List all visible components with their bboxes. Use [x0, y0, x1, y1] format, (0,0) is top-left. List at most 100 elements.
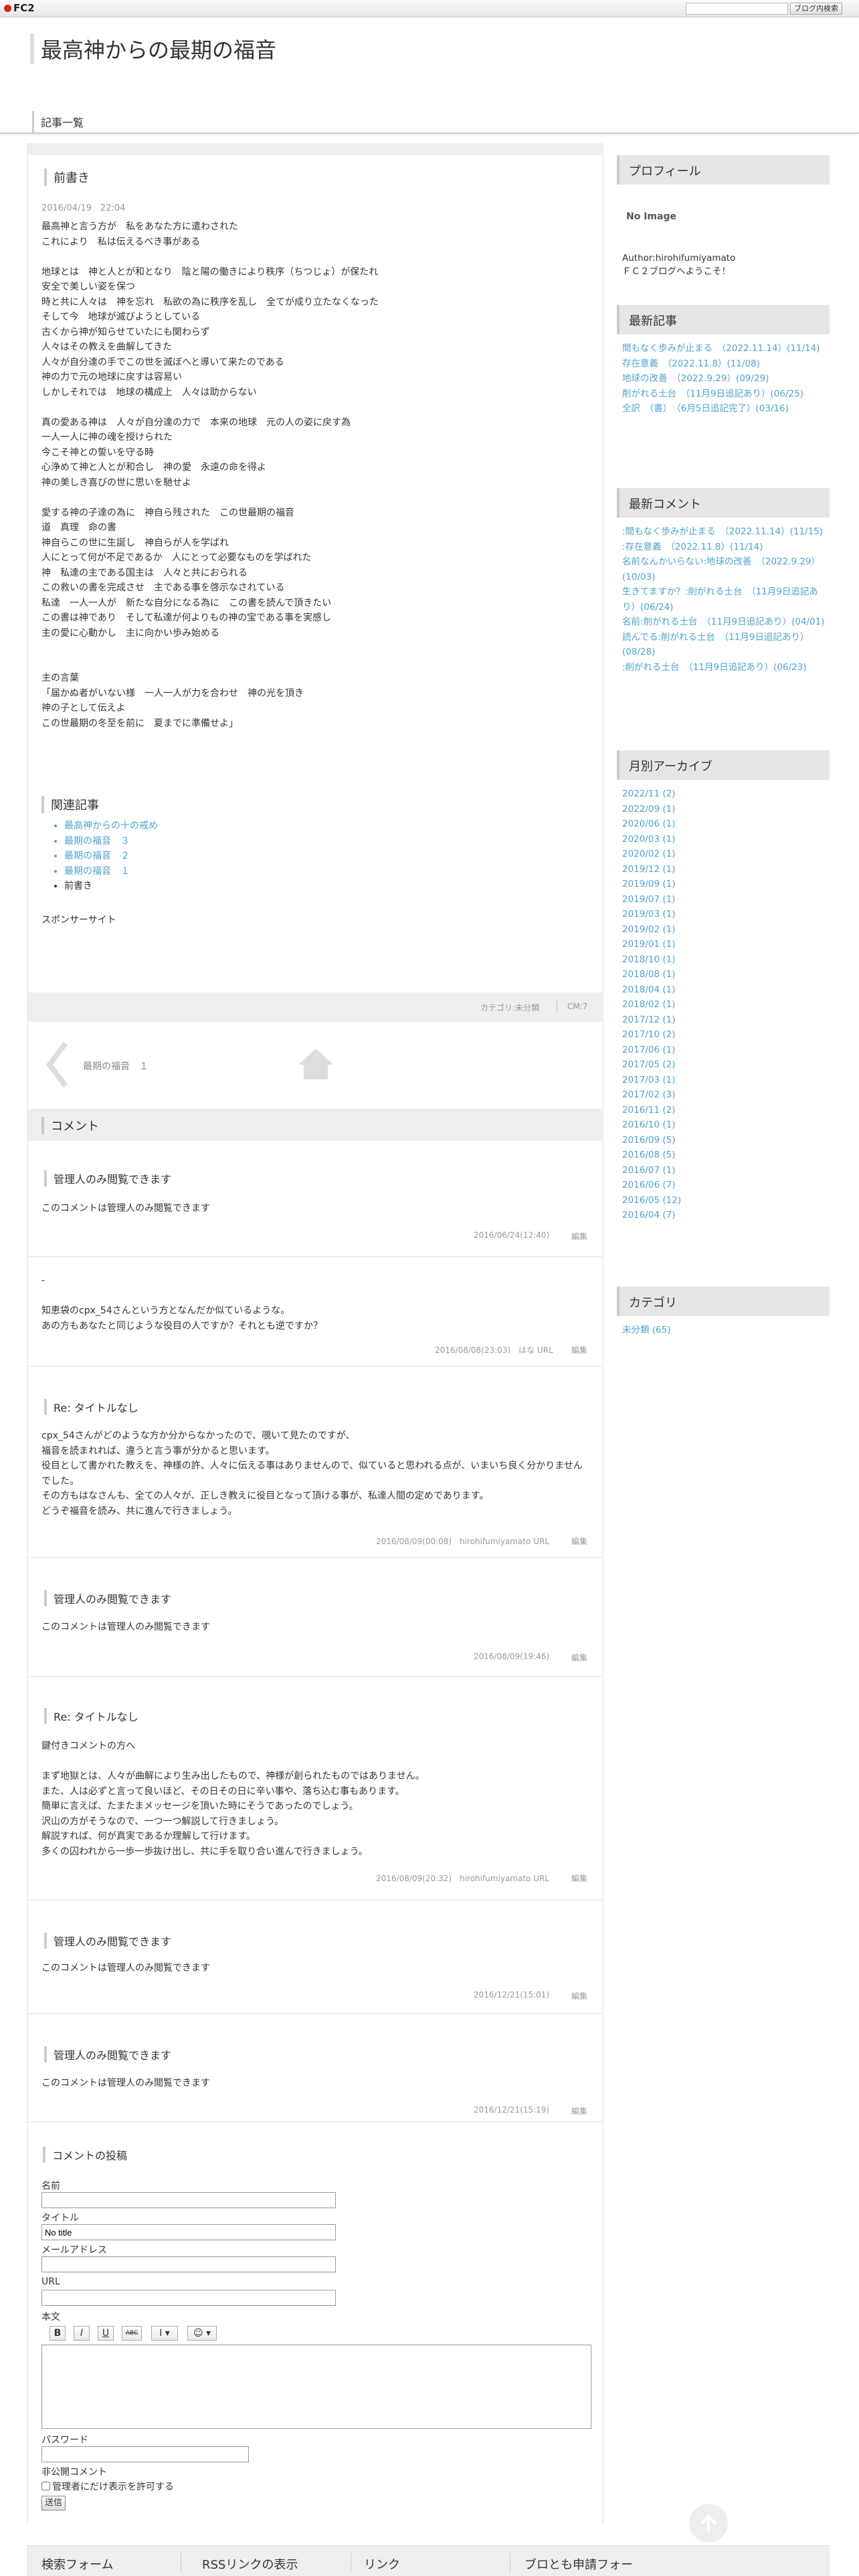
recent-post-link[interactable]: 地球の改善 （2022.9.29）(09/29) — [622, 371, 830, 387]
comment-item: Re: タイトルなし cpx_54さんがどのような方か分からなかったので、覗いて… — [28, 1367, 602, 1557]
recent-comment-link[interactable]: 読んでる:削がれる土台 （11月9日追記あり）(08/28) — [622, 630, 830, 660]
bold-button[interactable]: B — [50, 2326, 66, 2341]
comment-edit-link[interactable]: 編集 — [571, 2105, 587, 2117]
archive-link[interactable]: 2016/11 (2) — [622, 1103, 830, 1118]
post-footer-bar: カテゴリ:未分類 CM:7 — [28, 992, 602, 1022]
underline-button[interactable]: U — [98, 2326, 114, 2341]
recent-comment-link[interactable]: :間もなく歩みが止まる （2022.11.14）(11/15) — [622, 524, 830, 540]
nav-article-list[interactable]: 記事一覧 — [32, 111, 90, 132]
archive-link[interactable]: 2016/04 (7) — [622, 1208, 830, 1223]
archive-link[interactable]: 2016/06 (7) — [622, 1178, 830, 1193]
password-label: パスワード — [41, 2435, 88, 2446]
archive-link[interactable]: 2019/01 (1) — [622, 937, 830, 952]
category-link[interactable]: 未分類 (65) — [622, 1323, 830, 1338]
email-field[interactable] — [41, 2256, 336, 2272]
recent-comment-link[interactable]: 名前:削がれる土台 （11月9日追記あり）(04/01) — [622, 615, 830, 630]
comment-edit-link[interactable]: 編集 — [571, 1652, 587, 1663]
archive-link[interactable]: 2016/10 (1) — [622, 1117, 830, 1133]
password-field[interactable] — [41, 2446, 249, 2462]
comment-body-textarea[interactable] — [41, 2345, 591, 2429]
category-meta[interactable]: カテゴリ:未分類 — [480, 1002, 539, 1013]
archive-link[interactable]: 2016/05 (12) — [622, 1193, 830, 1208]
name-field[interactable] — [41, 2192, 336, 2208]
submit-button[interactable]: 送信 — [41, 2496, 66, 2510]
recent-comment-link[interactable]: 生きてますか？:削がれる土台 （11月9日追記あり）(06/24) — [622, 584, 830, 615]
comment-edit-link[interactable]: 編集 — [571, 1535, 587, 1547]
arrow-up-icon — [700, 2514, 717, 2532]
comment-meta[interactable]: 2016/08/09(20:32) hirohifumiyamato URL — [376, 1872, 549, 1884]
strike-button[interactable]: ABC — [122, 2326, 142, 2341]
archive-link[interactable]: 2017/03 (1) — [622, 1073, 830, 1088]
recent-post-link[interactable]: 存在意義 （2022.11.8）(11/08) — [622, 356, 830, 372]
recent-post-link[interactable]: 削がれる土台 （11月9日追記あり）(06/25) — [622, 387, 830, 402]
recent-post-link[interactable]: 全訳 （書） （6月5日追記完了）(03/16) — [622, 401, 830, 417]
archive-link[interactable]: 2019/03 (1) — [622, 907, 830, 922]
recent-comment-link[interactable]: :存在意義 （2022.11.8）(11/14) — [622, 540, 830, 555]
cm-count[interactable]: CM:7 — [567, 1002, 587, 1011]
archive-link[interactable]: 2019/02 (1) — [622, 922, 830, 938]
archive-link[interactable]: 2018/08 (1) — [622, 967, 830, 982]
related-item[interactable]: 最期の福音 １ — [64, 864, 158, 879]
footer-search-heading: 検索フォーム — [41, 2558, 114, 2572]
archive-link[interactable]: 2022/11 (2) — [622, 786, 830, 802]
comment-body: このコメントは管理人のみ閲覧できます — [41, 1622, 210, 1632]
back-to-top-button[interactable] — [689, 2504, 728, 2543]
comment-meta: 2016/12/21(15:01) — [474, 1990, 550, 2000]
blog-search-button[interactable]: ブログ内検索 — [790, 3, 842, 15]
recent-comment-link[interactable]: :削がれる土台 （11月9日追記あり）(06/23) — [622, 660, 830, 675]
fc2-logo[interactable]: FC2 — [4, 2, 35, 14]
home-icon[interactable] — [297, 1047, 335, 1081]
blog-title[interactable]: 最高神からの最期の福音 — [30, 33, 276, 64]
recent-comments-widget: 最新コメント :間もなく歩みが止まる （2022.11.14）(11/15) :… — [617, 488, 830, 675]
related-item[interactable]: 最期の福音 ３ — [64, 834, 158, 849]
comment-title: Re: タイトルなし — [44, 1708, 138, 1724]
comment-edit-link[interactable]: 編集 — [571, 1990, 587, 2002]
fc2-toolbar: FC2 ブログ内検索 — [0, 0, 859, 17]
comment-item: 管理人のみ閲覧できます このコメントは管理人のみ閲覧できます 2016/08/0… — [28, 1558, 602, 1676]
archive-link[interactable]: 2017/05 (2) — [622, 1057, 830, 1073]
chevron-left-icon[interactable] — [45, 1041, 70, 1089]
comment-title: 管理人のみ閲覧できます — [44, 1933, 171, 1949]
comment-edit-link[interactable]: 編集 — [571, 1872, 587, 1884]
italic-button[interactable]: I — [74, 2326, 90, 2341]
archive-link[interactable]: 2020/02 (1) — [622, 847, 830, 862]
comment-item: Re: タイトルなし 鍵付きコメントの方へ まず地獄とは、人々が曲解により生み出… — [28, 1677, 602, 1899]
blog-search-input[interactable] — [686, 3, 788, 15]
archive-link[interactable]: 2016/08 (5) — [622, 1148, 830, 1163]
related-item[interactable]: 最高神からの十の戒め — [64, 819, 158, 834]
title-field[interactable] — [41, 2224, 336, 2240]
recent-post-link[interactable]: 間もなく歩みが止まる （2022.11.14）(11/14) — [622, 341, 830, 356]
archive-link[interactable]: 2019/07 (1) — [622, 892, 830, 907]
fc2-logo-icon — [4, 5, 11, 12]
archive-link[interactable]: 2016/09 (5) — [622, 1133, 830, 1148]
comment-meta[interactable]: 2016/08/09(00:08) hirohifumiyamato URL — [376, 1535, 549, 1547]
archive-link[interactable]: 2017/12 (1) — [622, 1012, 830, 1028]
archive-link[interactable]: 2017/10 (2) — [622, 1027, 830, 1043]
archive-link[interactable]: 2017/02 (3) — [622, 1087, 830, 1103]
recent-comment-link[interactable]: 名前なんかいらない:地球の改善 （2022.9.29）(10/03) — [622, 554, 830, 584]
comment-meta[interactable]: 2016/08/08(23:03) はな URL — [435, 1344, 553, 1356]
prev-post-link[interactable]: 最期の福音 １ — [83, 1059, 149, 1073]
archive-link[interactable]: 2018/10 (1) — [622, 952, 830, 968]
archive-link[interactable]: 2022/09 (1) — [622, 802, 830, 817]
comment-body: 鍵付きコメントの方へ まず地獄とは、人々が曲解により生み出したもので、神様が創ら… — [41, 1741, 425, 1857]
archive-link[interactable]: 2016/07 (1) — [622, 1163, 830, 1178]
recent-comments-heading: 最新コメント — [617, 488, 830, 518]
archive-link[interactable]: 2018/02 (1) — [622, 997, 830, 1012]
archive-link[interactable]: 2017/06 (1) — [622, 1043, 830, 1058]
sponsor-label: スポンサーサイト — [41, 915, 116, 926]
related-item[interactable]: 最期の福音 ２ — [64, 849, 158, 864]
archive-link[interactable]: 2020/03 (1) — [622, 832, 830, 847]
archive-link[interactable]: 2019/09 (1) — [622, 877, 830, 892]
url-field[interactable] — [41, 2290, 336, 2306]
comment-edit-link[interactable]: 編集 — [571, 1344, 587, 1356]
recent-posts-heading: 最新記事 — [617, 305, 830, 334]
archive-link[interactable]: 2019/12 (1) — [622, 862, 830, 877]
private-checkbox[interactable] — [41, 2482, 50, 2490]
archive-link[interactable]: 2020/06 (1) — [622, 817, 830, 832]
font-size-button[interactable]: I ▾ — [151, 2326, 178, 2341]
archive-link[interactable]: 2018/04 (1) — [622, 982, 830, 998]
comment-edit-link[interactable]: 編集 — [571, 1230, 587, 1242]
mail-label: メールアドレス — [41, 2245, 107, 2256]
emoji-button[interactable]: ☺ ▾ — [187, 2326, 217, 2341]
